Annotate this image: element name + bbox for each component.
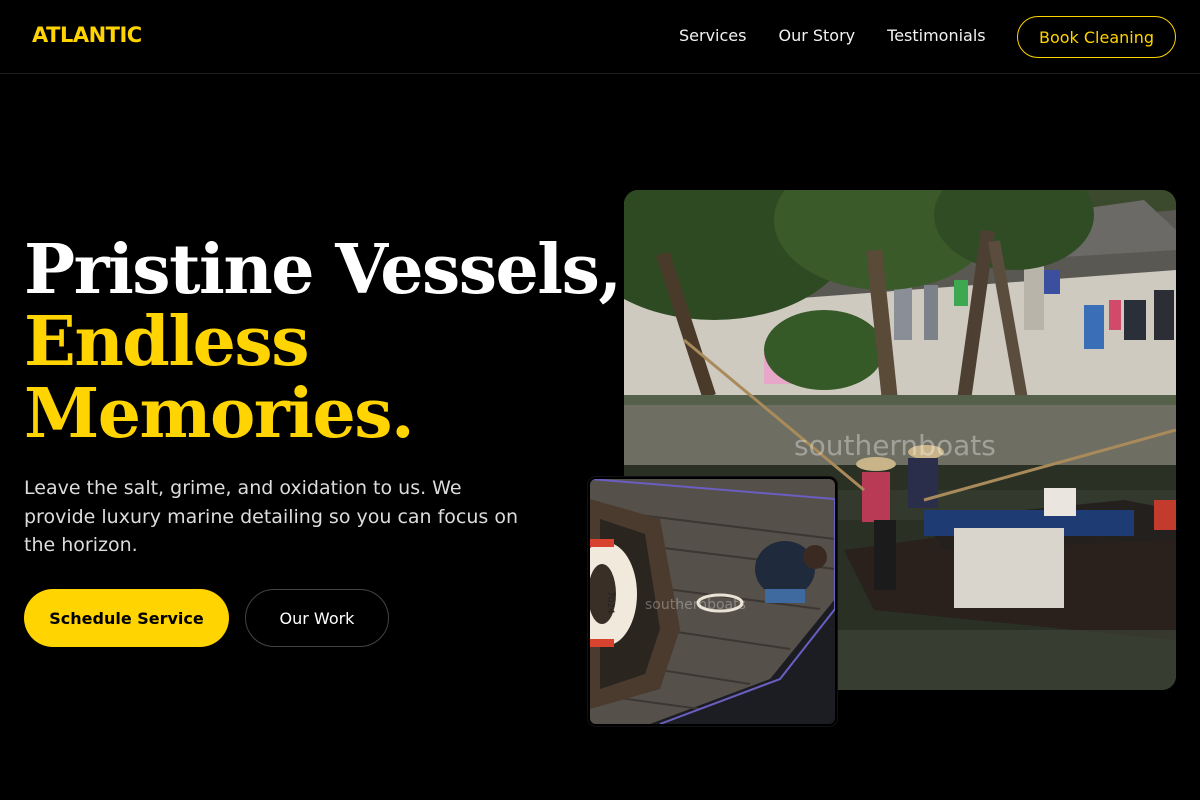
brand-logo[interactable]: ATLANTIC <box>32 23 142 47</box>
small-photo-watermark: southernboats <box>645 597 746 613</box>
lifebuoy-number: 7024 <box>605 591 615 614</box>
main-photo-watermark: southernboats <box>794 429 996 462</box>
hero-title-line-3: Memories. <box>24 374 415 454</box>
nav-link-our-story[interactable]: Our Story <box>778 26 855 45</box>
boat-bow-overhead-photo: 7024 southernboats <box>588 477 837 726</box>
hero-title-line-2: Endless <box>24 302 309 382</box>
nav-link-services[interactable]: Services <box>679 26 746 45</box>
hero-title-line-1: Pristine Vessels, <box>24 230 622 310</box>
our-work-button[interactable]: Our Work <box>245 589 389 647</box>
nav-link-testimonials[interactable]: Testimonials <box>887 26 986 45</box>
top-navbar: ATLANTIC Services Our Story Testimonials… <box>0 0 1200 74</box>
schedule-service-button[interactable]: Schedule Service <box>24 589 229 647</box>
hero-title: Pristine Vessels, Endless Memories. <box>24 230 622 454</box>
nav-links: Services Our Story Testimonials <box>679 26 986 45</box>
hero-subtitle: Leave the salt, grime, and oxidation to … <box>24 477 519 556</box>
book-cleaning-button[interactable]: Book Cleaning <box>1017 16 1176 58</box>
